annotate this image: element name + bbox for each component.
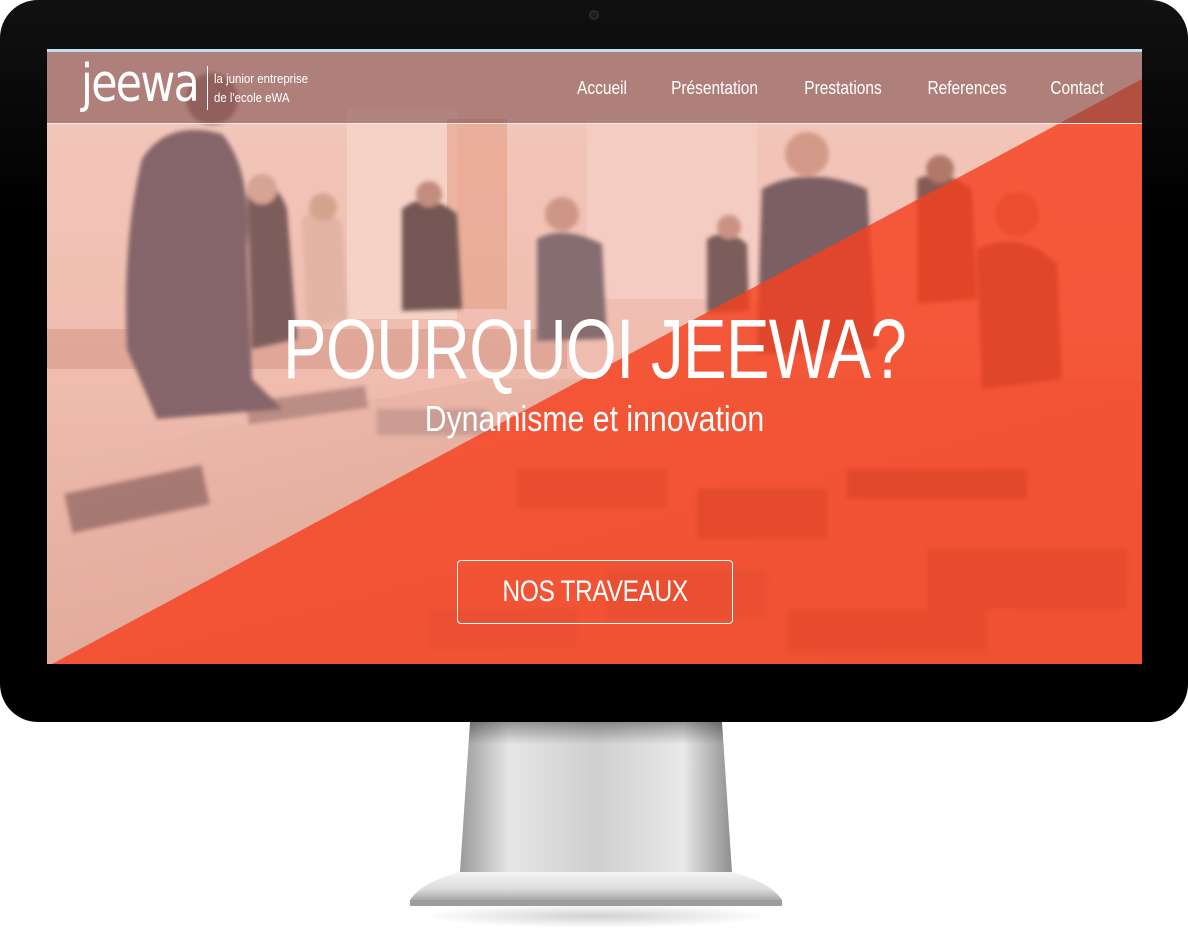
nos-traveaux-button-label: NOS TRAVEAUX: [502, 575, 688, 608]
nos-traveaux-button[interactable]: NOS TRAVEAUX: [457, 560, 733, 624]
nav-item-prestations[interactable]: Prestations: [804, 78, 881, 99]
logo-tagline: la junior entreprise de l'ecole eWA: [214, 69, 321, 107]
monitor-frame: jeewa la junior entreprise de l'ecole eW…: [0, 0, 1188, 722]
logo-tagline-line1: la junior entreprise: [214, 71, 309, 86]
logo-tagline-line2: de l'ecole eWA: [214, 90, 290, 105]
site-logo[interactable]: jeewa la junior entreprise de l'ecole eW…: [81, 54, 321, 122]
website-screen: jeewa la junior entreprise de l'ecole eW…: [47, 49, 1142, 664]
nav-item-contact[interactable]: Contact: [1050, 78, 1103, 99]
stand-shadow: [420, 904, 772, 928]
hero-title: POURQUOI JEEWA?: [283, 302, 907, 396]
nav-item-references[interactable]: References: [927, 78, 1006, 99]
nav-item-presentation[interactable]: Présentation: [671, 78, 758, 99]
webcam-icon: [589, 10, 599, 20]
hero-subtitle: Dynamisme et innovation: [424, 398, 765, 439]
main-nav: Accueil Présentation Prestations Referen…: [573, 52, 1108, 124]
logo-divider: [207, 66, 208, 110]
monitor-stand: [410, 722, 782, 906]
nav-item-accueil[interactable]: Accueil: [577, 78, 627, 99]
site-header: jeewa la junior entreprise de l'ecole eW…: [47, 52, 1142, 124]
logo-wordmark: jeewa: [81, 54, 200, 114]
